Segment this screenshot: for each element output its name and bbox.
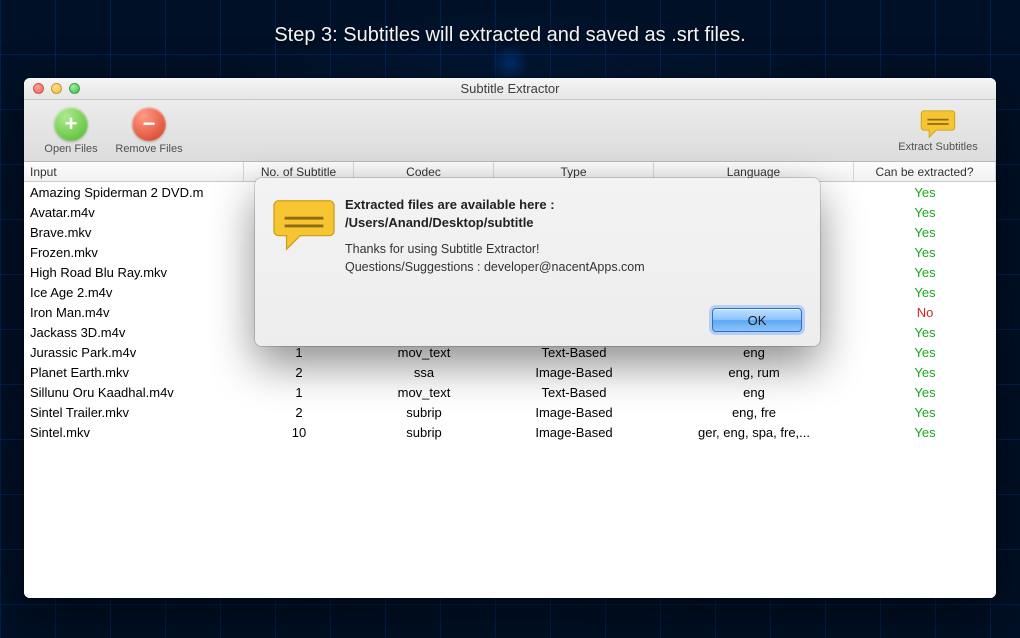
- extract-subtitles-button[interactable]: Extract Subtitles: [888, 109, 988, 153]
- cell-codec: subrip: [354, 422, 494, 442]
- cell-ext: Yes: [854, 362, 996, 382]
- cell-type: Image-Based: [494, 362, 654, 382]
- table-row[interactable]: Planet Earth.mkv2ssaImage-Basedeng, rumY…: [24, 362, 996, 382]
- plus-icon: +: [54, 107, 88, 141]
- cell-codec: mov_text: [354, 382, 494, 402]
- minus-icon: −: [132, 107, 166, 141]
- cell-ext: Yes: [854, 242, 996, 262]
- ok-button[interactable]: OK: [712, 308, 802, 332]
- zoom-window-icon[interactable]: [69, 83, 80, 94]
- cell-codec: ssa: [354, 362, 494, 382]
- subtitle-bubble-icon: [920, 109, 956, 139]
- cell-input: Amazing Spiderman 2 DVD.m: [24, 182, 244, 202]
- cell-input: Jurassic Park.m4v: [24, 342, 244, 362]
- cell-ext: Yes: [854, 342, 996, 362]
- cell-num: 2: [244, 362, 354, 382]
- titlebar[interactable]: Subtitle Extractor: [24, 78, 996, 100]
- dialog-title: Extracted files are available here : /Us…: [345, 196, 802, 231]
- open-files-label: Open Files: [44, 143, 97, 155]
- cell-input: Ice Age 2.m4v: [24, 282, 244, 302]
- col-header-input[interactable]: Input: [24, 162, 244, 181]
- open-files-button[interactable]: + Open Files: [32, 107, 110, 155]
- close-window-icon[interactable]: [33, 83, 44, 94]
- table-row[interactable]: Sillunu Oru Kaadhal.m4v1mov_textText-Bas…: [24, 382, 996, 402]
- cell-input: Sillunu Oru Kaadhal.m4v: [24, 382, 244, 402]
- cell-ext: Yes: [854, 422, 996, 442]
- cell-input: Frozen.mkv: [24, 242, 244, 262]
- cell-num: 2: [244, 402, 354, 422]
- cell-ext: Yes: [854, 262, 996, 282]
- step-caption: Step 3: Subtitles will extracted and sav…: [0, 24, 1020, 47]
- remove-files-button[interactable]: − Remove Files: [110, 107, 188, 155]
- cell-input: Planet Earth.mkv: [24, 362, 244, 382]
- table-row[interactable]: Sintel.mkv10subripImage-Basedger, eng, s…: [24, 422, 996, 442]
- cell-num: 1: [244, 382, 354, 402]
- remove-files-label: Remove Files: [115, 143, 182, 155]
- cell-lang: eng, fre: [654, 402, 854, 422]
- cell-lang: eng: [654, 382, 854, 402]
- cell-input: Sintel Trailer.mkv: [24, 402, 244, 422]
- cell-input: Iron Man.m4v: [24, 302, 244, 322]
- cell-ext: Yes: [854, 222, 996, 242]
- cell-type: Image-Based: [494, 402, 654, 422]
- cell-ext: No: [854, 302, 996, 322]
- cell-input: Sintel.mkv: [24, 422, 244, 442]
- cell-codec: subrip: [354, 402, 494, 422]
- cell-ext: Yes: [854, 282, 996, 302]
- cell-lang: ger, eng, spa, fre,...: [654, 422, 854, 442]
- cell-lang: eng, rum: [654, 362, 854, 382]
- cell-ext: Yes: [854, 322, 996, 342]
- minimize-window-icon[interactable]: [51, 83, 62, 94]
- cell-type: Image-Based: [494, 422, 654, 442]
- cell-ext: Yes: [854, 402, 996, 422]
- cell-ext: Yes: [854, 382, 996, 402]
- cell-ext: Yes: [854, 202, 996, 222]
- cell-type: Text-Based: [494, 382, 654, 402]
- window-title: Subtitle Extractor: [24, 81, 996, 96]
- cell-ext: Yes: [854, 182, 996, 202]
- cell-input: Brave.mkv: [24, 222, 244, 242]
- cell-input: Avatar.m4v: [24, 202, 244, 222]
- dialog: Extracted files are available here : /Us…: [255, 178, 820, 346]
- col-header-ext[interactable]: Can be extracted?: [854, 162, 996, 181]
- cell-num: 10: [244, 422, 354, 442]
- dialog-message: Thanks for using Subtitle Extractor! Que…: [345, 241, 802, 276]
- table-row[interactable]: Sintel Trailer.mkv2subripImage-Basedeng,…: [24, 402, 996, 422]
- traffic-lights: [24, 83, 80, 94]
- cell-input: High Road Blu Ray.mkv: [24, 262, 244, 282]
- extract-subtitles-label: Extract Subtitles: [898, 141, 977, 153]
- toolbar: + Open Files − Remove Files Extract Subt…: [24, 100, 996, 162]
- dialog-app-icon: [273, 196, 345, 332]
- cell-input: Jackass 3D.m4v: [24, 322, 244, 342]
